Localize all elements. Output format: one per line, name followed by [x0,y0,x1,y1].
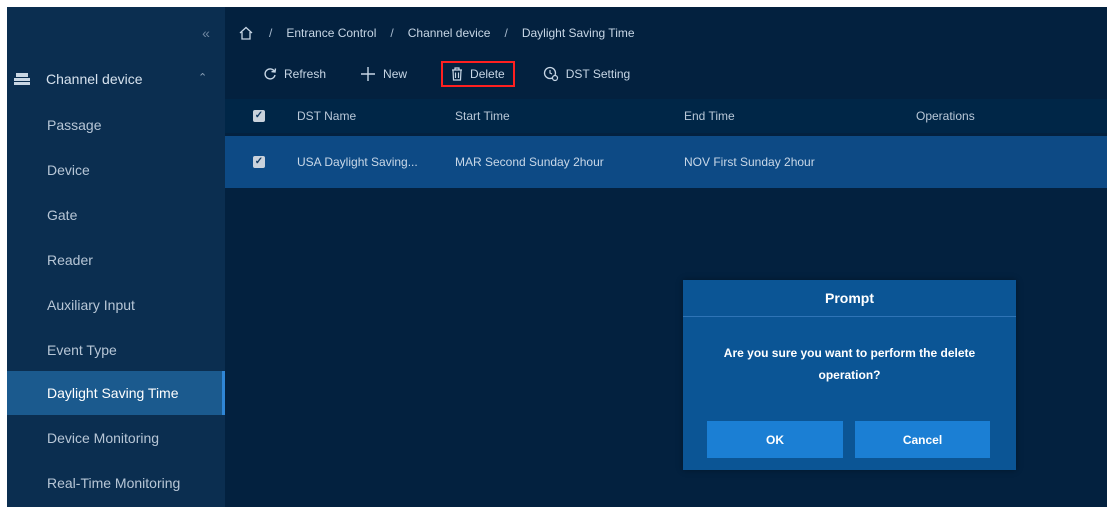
dialog-message-line: Are you sure you want to perform the del… [723,346,976,360]
sidebar-item-label: Reader [47,252,93,268]
dialog-message: Are you sure you want to perform the del… [699,342,1000,386]
sidebar: « Channel device ⌃ Passage Device Gate R… [7,7,225,507]
breadcrumb: / Entrance Control / Channel device / Da… [239,24,635,42]
sidebar-item-device-monitoring[interactable]: Device Monitoring [7,416,225,460]
sidebar-item-label: Auxiliary Input [47,297,135,313]
column-header-operations: Operations [916,109,975,123]
double-chevron-left-icon[interactable]: « [195,22,217,44]
breadcrumb-separator: / [390,26,394,40]
delete-label: Delete [470,67,505,81]
select-all-checkbox[interactable]: ✓ [253,110,265,122]
sidebar-group-channel-device[interactable]: Channel device ⌃ [7,59,225,99]
breadcrumb-item-entrance-control[interactable]: Entrance Control [286,26,376,40]
cell-dst-name: USA Daylight Saving... [297,155,418,169]
dst-setting-button[interactable]: DST Setting [543,60,630,88]
sidebar-item-auxiliary-input[interactable]: Auxiliary Input [7,283,225,327]
sidebar-group-label: Channel device [46,71,143,87]
ok-button[interactable]: OK [707,421,843,458]
sidebar-item-label: Device Monitoring [47,430,160,446]
dialog-title: Prompt [683,280,1016,317]
breadcrumb-separator: / [269,26,273,40]
plus-icon [361,67,376,81]
column-header-start-time[interactable]: Start Time [455,99,510,133]
sidebar-item-event-type[interactable]: Event Type [7,328,225,372]
sidebar-item-label: Device [47,162,90,178]
check-icon: ✓ [254,156,264,167]
table-row[interactable]: ✓ USA Daylight Saving... MAR Second Sund… [225,136,1107,188]
sidebar-item-gate[interactable]: Gate [7,193,225,237]
chevron-up-icon[interactable]: ⌃ [198,71,207,84]
sidebar-item-label: Gate [47,207,78,223]
app-window: « Channel device ⌃ Passage Device Gate R… [7,7,1107,507]
sidebar-item-label: Event Type [47,342,117,358]
cancel-button[interactable]: Cancel [855,421,990,458]
column-header-dst-name[interactable]: DST Name [297,99,356,133]
trash-icon [452,67,463,81]
home-icon[interactable] [239,26,253,40]
dst-setting-label: DST Setting [565,67,631,81]
new-button[interactable]: New [360,60,407,88]
sidebar-item-daylight-saving-time[interactable]: Daylight Saving Time [7,371,225,415]
prompt-dialog: Prompt Are you sure you want to perform … [683,280,1016,470]
check-icon: ✓ [254,110,264,121]
refresh-button[interactable]: Refresh [263,60,326,88]
cell-end-time: NOV First Sunday 2hour [684,155,815,169]
sidebar-item-label: Passage [47,117,102,133]
refresh-label: Refresh [284,67,327,81]
sidebar-item-real-time-monitoring[interactable]: Real-Time Monitoring [7,461,225,505]
breadcrumb-item-current: Daylight Saving Time [521,26,635,40]
table-header: ✓ DST Name Start Time End Time Operation… [225,99,1107,133]
clock-gear-icon [543,66,558,82]
delete-button[interactable]: Delete [441,61,515,87]
breadcrumb-separator: / [504,26,508,40]
sidebar-item-label: Daylight Saving Time [47,385,179,401]
toolbar: Refresh New Delete DST Setting [263,59,630,89]
refresh-icon [264,68,277,80]
column-header-end-time[interactable]: End Time [684,99,735,133]
cell-start-time: MAR Second Sunday 2hour [455,155,604,169]
sidebar-item-label: Real-Time Monitoring [47,475,181,491]
sidebar-item-passage[interactable]: Passage [7,103,225,147]
stack-icon [14,73,30,85]
row-checkbox[interactable]: ✓ [253,156,265,168]
new-label: New [383,67,408,81]
sidebar-item-reader[interactable]: Reader [7,238,225,282]
sidebar-item-device[interactable]: Device [7,148,225,192]
breadcrumb-item-channel-device[interactable]: Channel device [408,26,491,40]
dialog-message-line: operation? [818,368,881,382]
